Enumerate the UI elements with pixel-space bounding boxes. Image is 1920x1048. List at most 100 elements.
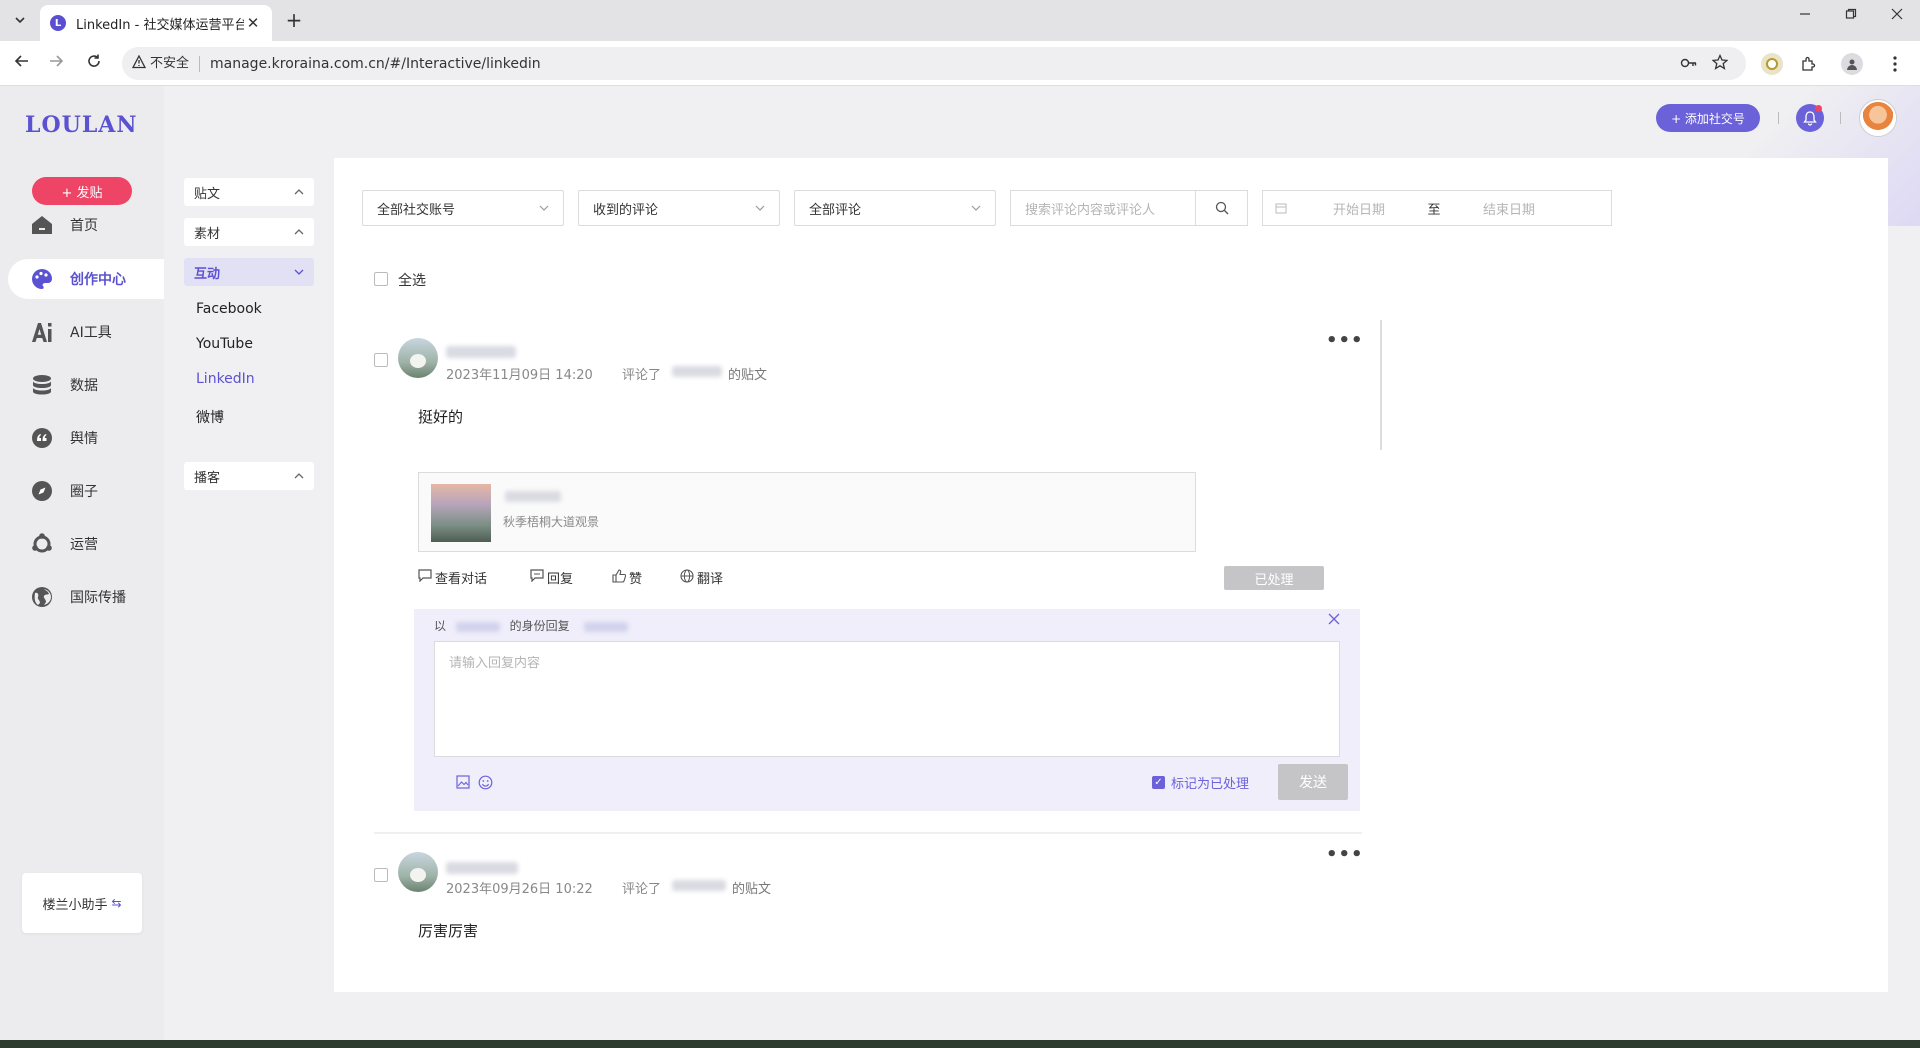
end-date-input[interactable]: 结束日期 [1449,199,1569,218]
notification-bell-icon[interactable] [1796,104,1824,132]
subnav-item-youtube[interactable]: YouTube [196,336,253,352]
more-options-icon[interactable]: ••• [1326,330,1364,351]
view-conversation-label: 查看对话 [435,572,488,587]
warning-icon [131,54,147,73]
bookmark-star-icon[interactable] [1711,53,1729,74]
scrollbar-thumb[interactable] [1380,320,1382,450]
chat-bubble-icon [418,569,432,586]
account-filter-select[interactable]: 全部社交账号 [362,190,564,226]
chevron-down-icon [539,203,549,214]
comment-timestamp: 2023年09月26日 10:22 [446,882,593,897]
chevron-down-icon [971,203,981,214]
close-icon[interactable] [1328,613,1340,629]
nav-creation-center-label: 创作中心 [70,272,126,288]
not-secure-label[interactable]: 不安全 [150,55,201,72]
comment-checkbox[interactable] [374,353,388,367]
reload-icon[interactable] [82,52,106,76]
translate-label: 翻译 [697,572,724,587]
subnav-group-materials[interactable]: 素材 [184,218,314,246]
nav-circle[interactable]: 圈子 [8,471,164,511]
password-key-icon[interactable] [1680,55,1698,73]
app-logo[interactable]: LOULAN [25,112,137,138]
reply-button[interactable]: 回复 [530,568,573,587]
subnav-group-materials-label: 素材 [194,226,221,242]
nav-international-label: 国际传播 [70,590,126,606]
reply-textarea[interactable]: 请输入回复内容 [434,641,1340,757]
nav-data[interactable]: 数据 [8,365,164,405]
quote-icon [30,426,54,450]
commented-prefix: 评论了 [622,368,662,383]
view-conversation-button[interactable]: 查看对话 [418,568,487,587]
sub-navigation: 贴文 素材 互动 Facebook YouTube LinkedIn 微博 播客 [164,86,334,1040]
nav-operations[interactable]: 运营 [8,524,164,564]
search-icon[interactable] [1195,191,1247,225]
minimize-icon[interactable] [1790,8,1820,24]
browser-tab[interactable]: L LinkedIn - 社交媒体运营平台 ✕ [40,5,272,41]
extensions-puzzle-icon[interactable] [1797,53,1819,75]
comment-scope-value: 全部评论 [809,202,862,218]
tab-search-chevron-icon[interactable] [8,8,32,32]
like-label: 赞 [629,572,643,587]
nav-public-opinion[interactable]: 舆情 [8,418,164,458]
header-divider [1778,112,1779,124]
commenter-avatar[interactable] [398,852,438,892]
back-icon[interactable] [10,52,34,76]
comment-checkbox[interactable] [374,868,388,882]
browser-menu-icon[interactable] [1884,53,1906,75]
emoji-icon[interactable] [478,775,493,794]
reply-target-redacted [583,621,628,632]
nav-international[interactable]: 国际传播 [8,577,164,617]
browser-toolbar: 不安全 manage.kroraina.com.cn/#/Interactive… [0,41,1920,86]
comment-scope-select[interactable]: 全部评论 [794,190,996,226]
nav-ai-tools[interactable]: AI工具 [8,312,164,352]
linked-post-card[interactable]: 秋季梧桐大道观景 [418,472,1196,552]
start-date-input[interactable]: 开始日期 [1299,199,1419,218]
nav-data-label: 数据 [70,378,98,394]
subnav-item-weibo[interactable]: 微博 [196,407,224,427]
assistant-label: 楼兰小助手 [42,897,108,913]
translate-button[interactable]: 翻译 [680,568,723,587]
select-all-checkbox[interactable] [374,272,388,286]
subnav-group-posts[interactable]: 贴文 [184,178,314,206]
post-button[interactable]: + 发贴 [32,177,132,205]
reply-identity-redacted [455,621,500,632]
home-icon [30,213,54,237]
nav-public-opinion-label: 舆情 [70,431,98,447]
send-reply-button[interactable]: 发送 [1278,764,1348,800]
nav-creation-center[interactable]: 创作中心 [8,259,164,299]
extension-circle-icon[interactable] [1761,53,1783,75]
commenter-avatar[interactable] [398,338,438,378]
subnav-item-facebook[interactable]: Facebook [196,301,262,317]
site-favicon-icon: L [50,15,66,31]
post-owner-redacted [672,880,726,891]
forward-icon[interactable] [44,52,68,76]
subnav-group-podcast[interactable]: 播客 [184,462,314,490]
address-bar[interactable]: 不安全 manage.kroraina.com.cn/#/Interactive… [122,47,1746,80]
comment-type-select[interactable]: 收到的评论 [578,190,780,226]
select-all-label: 全选 [398,273,426,289]
processed-status-button[interactable]: 已处理 [1224,566,1324,590]
mark-processed-checkbox[interactable]: ✓ 标记为已处理 [1152,773,1249,792]
globe-translate-icon [680,568,694,587]
nav-ai-tools-label: AI工具 [70,325,112,341]
subnav-item-linkedin[interactable]: LinkedIn [196,371,255,387]
url-text[interactable]: manage.kroraina.com.cn/#/Interactive/lin… [210,56,541,72]
image-upload-icon[interactable] [456,775,470,794]
date-range-picker[interactable]: 开始日期 至 结束日期 [1262,190,1612,226]
add-social-account-button[interactable]: + 添加社交号 [1656,104,1760,132]
commented-prefix: 评论了 [622,882,662,897]
nav-home[interactable]: 首页 [8,205,164,245]
tab-close-icon[interactable]: ✕ [244,14,262,32]
window-close-icon[interactable] [1882,8,1912,24]
like-button[interactable]: 赞 [612,568,642,587]
restore-icon[interactable] [1836,8,1866,24]
user-avatar[interactable] [1860,100,1896,136]
assistant-button[interactable]: 楼兰小助手 ⇆ [22,873,142,933]
reply-prefix: 以 [434,619,447,633]
palette-icon [30,267,54,291]
profile-icon[interactable] [1841,53,1863,75]
new-tab-button[interactable]: + [282,9,306,31]
subnav-group-interaction[interactable]: 互动 [184,258,314,286]
more-options-icon[interactable]: ••• [1326,844,1364,865]
comment-search-input[interactable]: 搜索评论内容或评论人 [1010,190,1248,226]
